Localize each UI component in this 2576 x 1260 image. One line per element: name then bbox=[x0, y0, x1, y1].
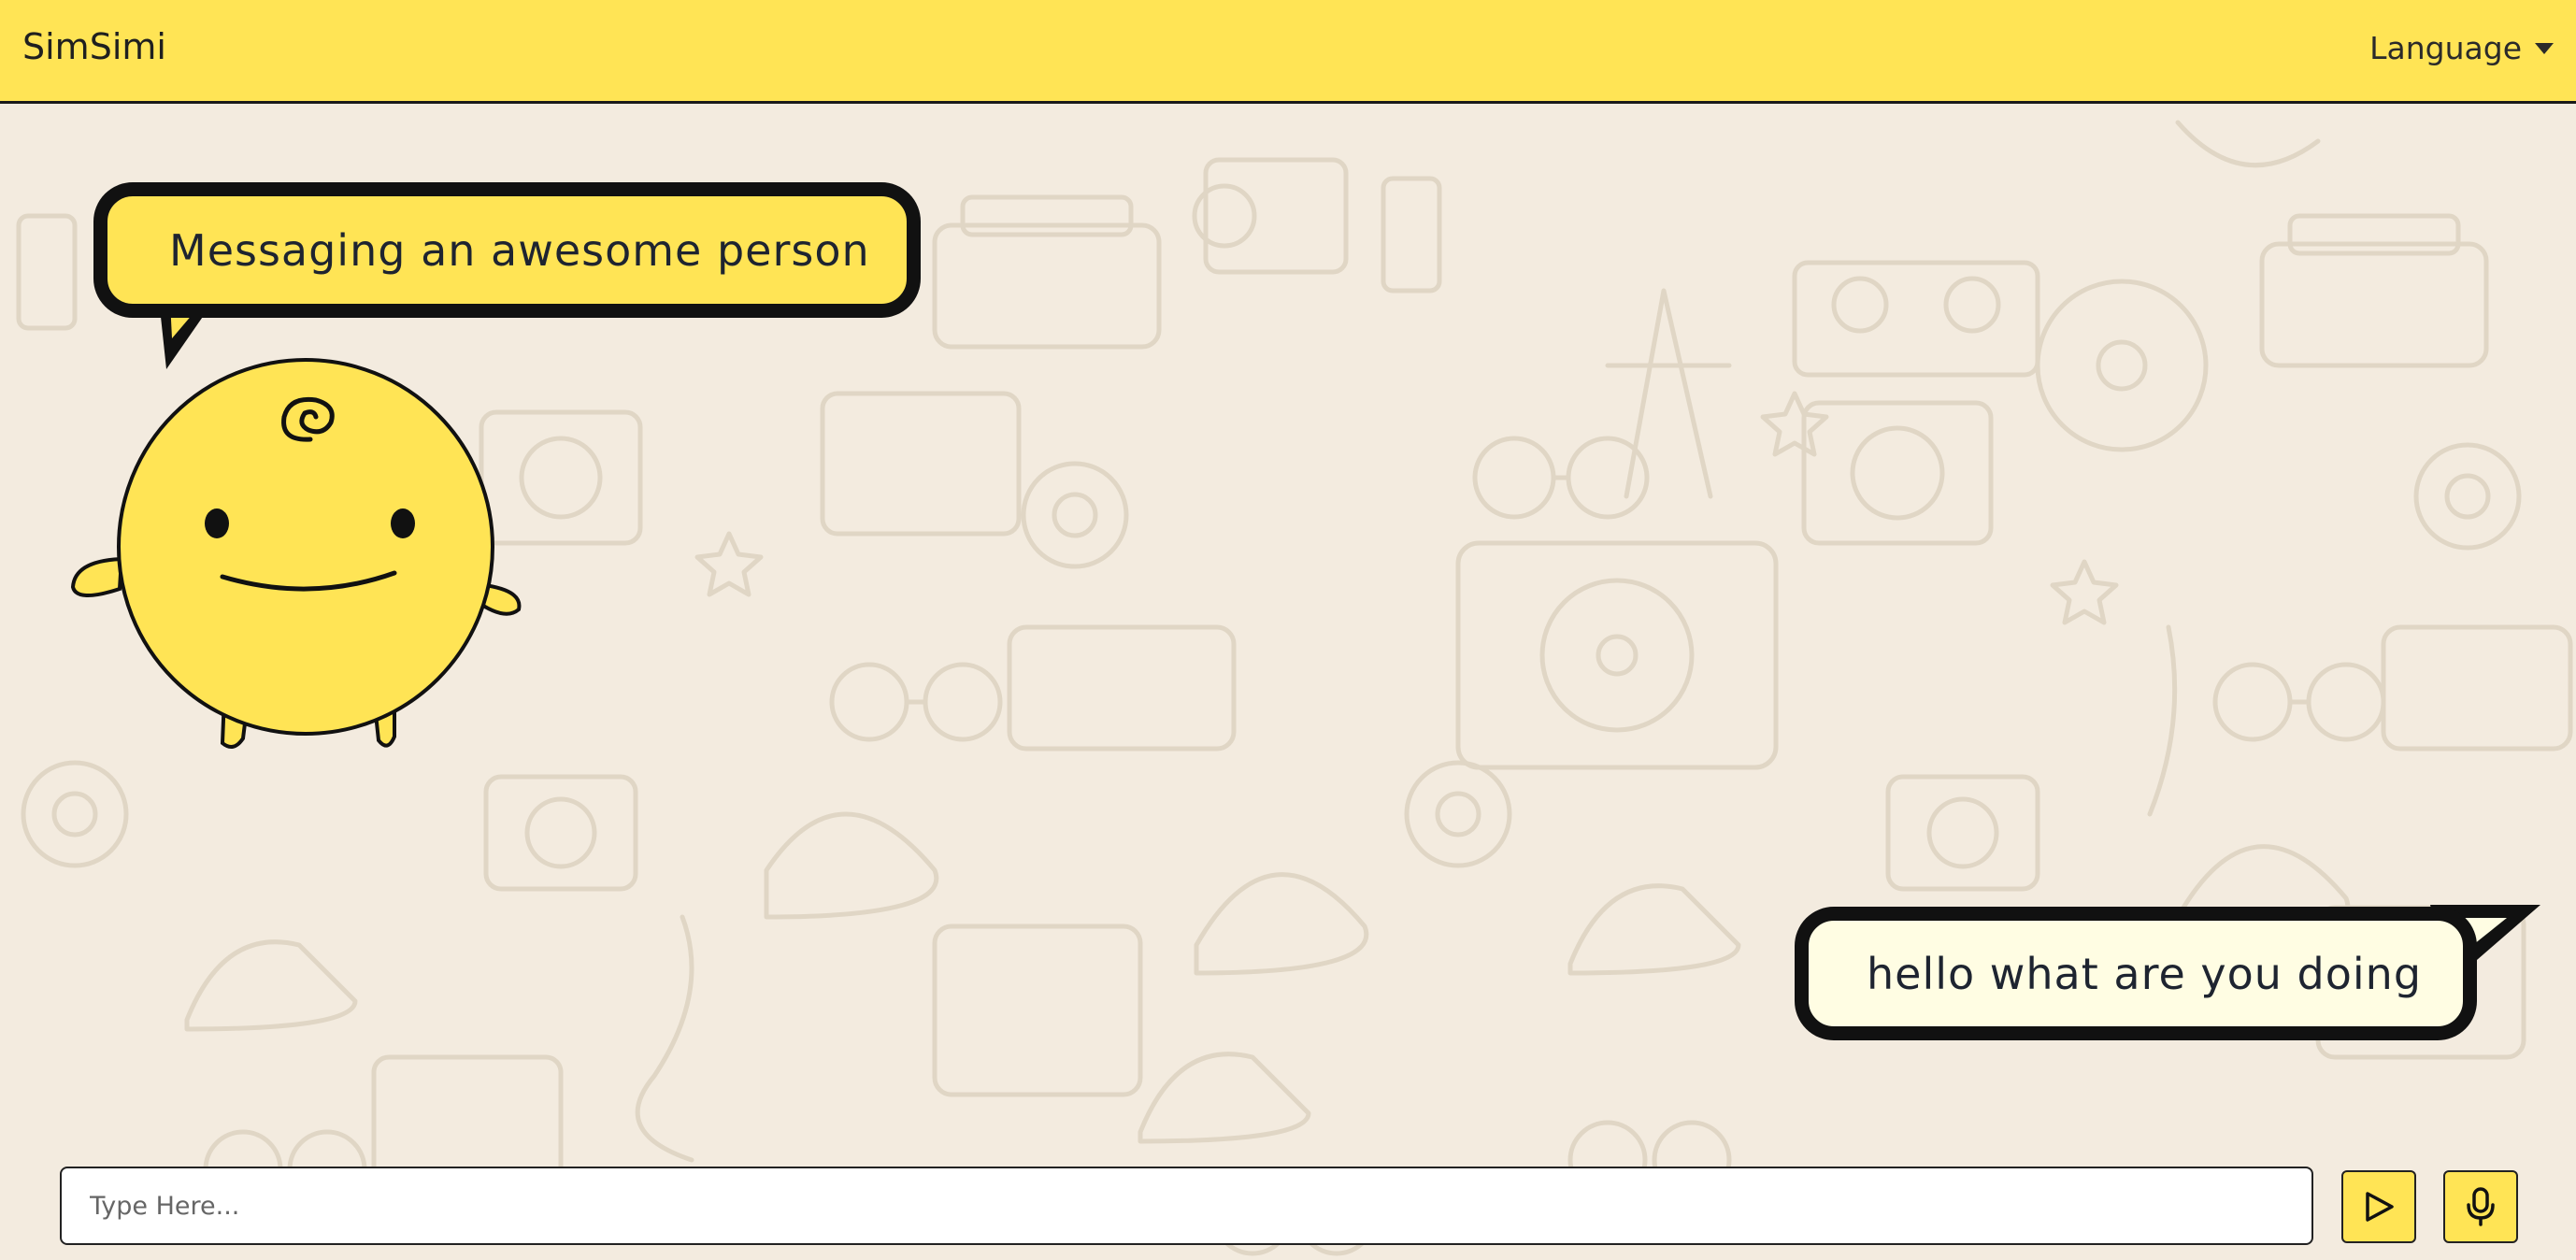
send-button[interactable] bbox=[2341, 1170, 2416, 1243]
language-label: Language bbox=[2369, 30, 2522, 66]
microphone-icon bbox=[2467, 1187, 2495, 1226]
message-input[interactable] bbox=[60, 1167, 2313, 1245]
caret-down-icon bbox=[2535, 42, 2554, 54]
simsimi-message-bubble: Messaging an awesome person bbox=[93, 182, 921, 318]
brand-logo[interactable]: SimSimi bbox=[22, 26, 166, 67]
language-dropdown[interactable]: Language bbox=[2369, 30, 2554, 66]
simsimi-message-text: Messaging an awesome person bbox=[169, 224, 870, 276]
user-message-bubble: hello what are you doing bbox=[1795, 907, 2477, 1040]
microphone-button[interactable] bbox=[2443, 1170, 2518, 1243]
send-icon bbox=[2366, 1192, 2394, 1222]
simsimi-character-icon bbox=[70, 358, 522, 749]
user-message-text: hello what are you doing bbox=[1867, 948, 2423, 999]
top-navbar: SimSimi Language bbox=[0, 0, 2576, 104]
